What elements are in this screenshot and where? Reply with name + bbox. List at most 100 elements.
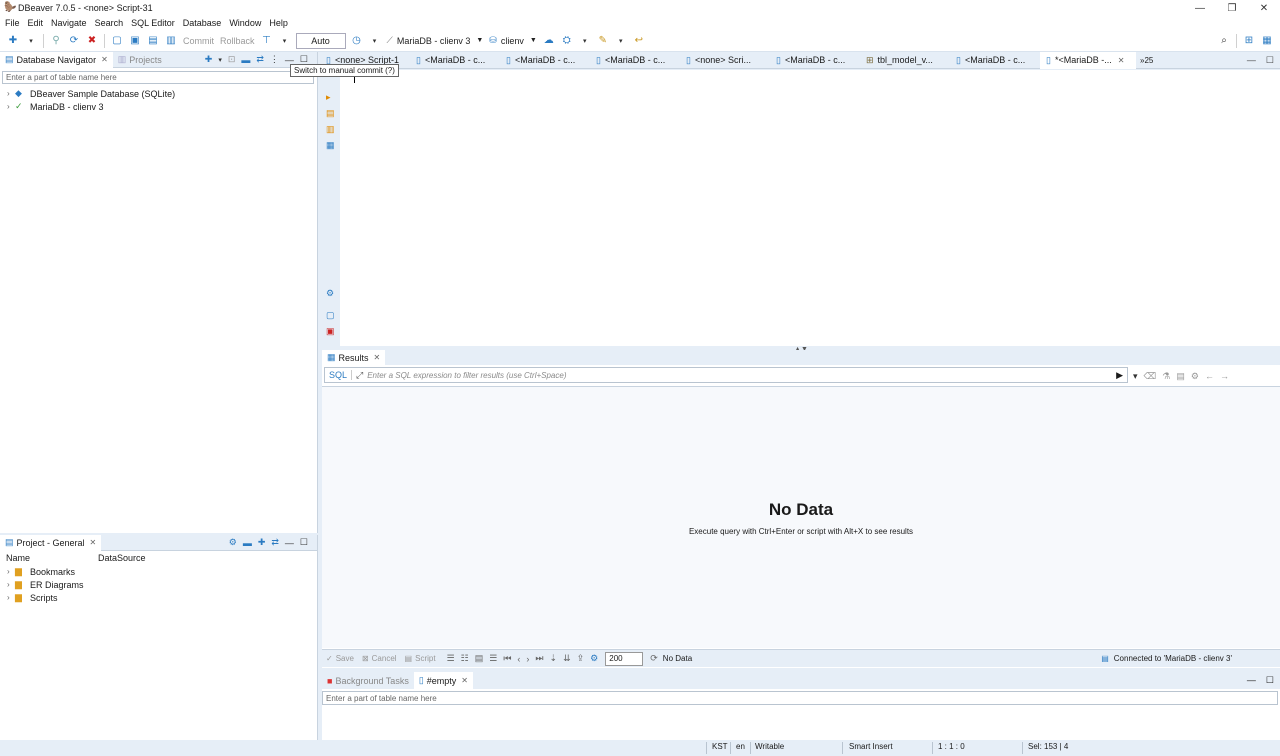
connection-selector[interactable]: ⟋ MariaDB - clienv 3 ▼ [387, 35, 484, 46]
sql-editor[interactable]: ▸ ▤ ▥ ▦ ⚙ ▢ ▣ [322, 70, 1280, 346]
close-button[interactable]: ✕ [1248, 0, 1280, 16]
tree-item-er-diagrams[interactable]: › ▆ ER Diagrams [0, 578, 317, 591]
add-row-icon[interactable]: ☷ [461, 653, 469, 664]
link-editor-icon[interactable]: ⇄ [271, 537, 279, 548]
close-icon[interactable]: ✕ [461, 676, 468, 685]
sql-toggle-button[interactable]: SQL [325, 370, 353, 380]
tab-background-tasks[interactable]: ■ Background Tasks [322, 672, 414, 689]
maximize-icon[interactable]: ☐ [300, 537, 308, 548]
chevron-right-icon[interactable]: › [7, 567, 15, 576]
dropdown-arrow-icon[interactable]: ▾ [218, 56, 222, 64]
vertical-scrollbar[interactable] [1268, 70, 1280, 346]
save-results-button[interactable]: ✓ Save [326, 654, 354, 663]
panels-icon[interactable]: ⚙ [1191, 371, 1199, 382]
maximize-icon[interactable]: ☐ [1266, 675, 1274, 686]
add-icon[interactable]: ✚ [258, 537, 266, 548]
link-editor-icon[interactable]: ⇄ [256, 54, 264, 65]
tab-database-navigator[interactable]: ▤ Database Navigator ✕ [0, 51, 113, 68]
edit-row-icon[interactable]: ☰ [447, 653, 455, 664]
editor-tab[interactable]: ⊞ tbl_model_v... [860, 52, 950, 69]
transaction-dropdown-icon[interactable]: ▾ [278, 34, 292, 48]
results-filter-input[interactable]: Enter a SQL expression to filter results… [367, 371, 566, 380]
minimize-button[interactable]: — [1184, 0, 1216, 16]
bottom-filter-input[interactable]: Enter a part of table name here [322, 691, 1278, 705]
export-icon[interactable]: ⇪ [577, 653, 585, 664]
filter-history-icon[interactable]: ▾ [1133, 371, 1138, 382]
transaction-mode-field[interactable]: Auto [295, 32, 346, 49]
open-perspective-icon[interactable]: ⊞ [1242, 34, 1256, 48]
editor-tab[interactable]: ▯ <MariaDB - c... [500, 52, 590, 69]
next-page-icon[interactable]: › [526, 654, 529, 664]
connect-icon[interactable]: ⚲ [49, 34, 63, 48]
execute-script-icon[interactable]: ▤ [326, 108, 335, 119]
back-arrow-icon[interactable]: ← [1205, 371, 1214, 381]
tree-item-bookmarks[interactable]: › ▆ Bookmarks [0, 565, 317, 578]
delete-row-icon[interactable]: ☰ [489, 653, 497, 664]
expand-icon[interactable]: ⤢ [356, 370, 363, 381]
explain-plan-icon[interactable]: ▦ [326, 140, 335, 151]
search-icon[interactable]: ⌕ [1217, 34, 1231, 48]
execute-statement-icon[interactable]: ▸ [326, 92, 331, 103]
menu-navigate[interactable]: Navigate [51, 18, 87, 28]
transaction-mode-icon[interactable]: ⊤ [260, 34, 274, 48]
new-folder-icon[interactable]: ⊡ [228, 54, 236, 65]
settings-icon[interactable]: ⚙ [590, 653, 598, 664]
restore-button[interactable]: ❐ [1216, 0, 1248, 16]
minimize-icon[interactable]: — [285, 538, 294, 548]
fetch-next-icon[interactable]: ⇣ [550, 653, 558, 664]
execute-new-tab-icon[interactable]: ▥ [326, 124, 335, 135]
close-icon[interactable]: ✕ [374, 353, 381, 362]
tree-item-mariadb[interactable]: › ✓ MariaDB - clienv 3 [0, 100, 317, 113]
reconnect-icon[interactable]: ⟳ [67, 34, 81, 48]
back-icon[interactable]: ↩ [632, 34, 646, 48]
new-connection-icon[interactable]: ✚ [6, 34, 20, 48]
menu-edit[interactable]: Edit [28, 18, 44, 28]
tasks-icon[interactable]: ⛭ [560, 34, 574, 48]
cloud-icon[interactable]: ☁ [542, 34, 556, 48]
tab-projects[interactable]: ▥ Projects [113, 52, 167, 68]
minimize-icon[interactable]: — [285, 55, 294, 65]
close-icon[interactable]: ✕ [101, 55, 108, 64]
minimize-icon[interactable]: — [1247, 675, 1256, 686]
last-page-icon[interactable]: ⏭ [535, 653, 543, 664]
minimize-icon[interactable]: — [1247, 55, 1256, 66]
new-script-icon[interactable]: ▣ [128, 34, 142, 48]
dbeaver-perspective-icon[interactable]: ▦ [1260, 34, 1274, 48]
fetch-all-icon[interactable]: ⇊ [563, 653, 571, 664]
editor-tab[interactable]: ▯ <MariaDB - c... [410, 52, 500, 69]
tasks-dropdown-icon[interactable]: ▾ [578, 34, 592, 48]
editor-text-area[interactable] [342, 70, 1268, 334]
tab-results[interactable]: ▦ Results ✕ [322, 350, 386, 365]
tab-project-general[interactable]: ▤ Project - General ✕ [0, 534, 102, 551]
prev-page-icon[interactable]: ‹ [517, 654, 520, 664]
load-script-icon[interactable]: ▣ [326, 326, 335, 337]
menu-sql-editor[interactable]: SQL Editor [131, 18, 175, 28]
disconnect-icon[interactable]: ✖ [85, 34, 99, 48]
recent-script-icon[interactable]: ▥ [164, 34, 178, 48]
close-icon[interactable]: ✕ [1118, 56, 1125, 65]
view-menu-icon[interactable]: ⋮ [270, 54, 279, 65]
more-tabs-button[interactable]: »25 [1140, 56, 1153, 65]
apply-filter-icon[interactable]: ▶ [1116, 370, 1127, 381]
tab-empty[interactable]: ▯ #empty ✕ [413, 672, 473, 689]
copy-row-icon[interactable]: ▤ [475, 653, 484, 664]
history-dropdown-icon[interactable]: ▾ [368, 34, 382, 48]
open-script-icon[interactable]: ▤ [146, 34, 160, 48]
editor-tab[interactable]: ▯ <MariaDB - c... [770, 52, 860, 69]
menu-file[interactable]: File [5, 18, 20, 28]
new-script-icon[interactable]: ▢ [326, 310, 335, 321]
col-datasource-header[interactable]: DataSource [98, 553, 146, 563]
chevron-right-icon[interactable]: › [7, 580, 15, 589]
editor-tab-active[interactable]: ▯ *<MariaDB -... ✕ [1040, 51, 1136, 69]
navigator-filter-input[interactable]: Enter a part of table name here [2, 71, 314, 84]
close-icon[interactable]: ✕ [90, 538, 97, 547]
rollback-button[interactable]: Rollback [220, 36, 255, 46]
editor-tab[interactable]: ▯ <none> Scri... [680, 52, 770, 69]
cancel-results-button[interactable]: ⊠ Cancel [362, 654, 397, 663]
schema-selector[interactable]: ⛁ clienv ▼ [489, 35, 537, 46]
settings-icon[interactable]: ⚙ [229, 537, 237, 548]
script-results-button[interactable]: ▤ Script [405, 654, 436, 663]
dropdown-arrow-icon[interactable]: ▾ [24, 34, 38, 48]
commit-button[interactable]: Commit [183, 36, 214, 46]
menu-search[interactable]: Search [95, 18, 124, 28]
